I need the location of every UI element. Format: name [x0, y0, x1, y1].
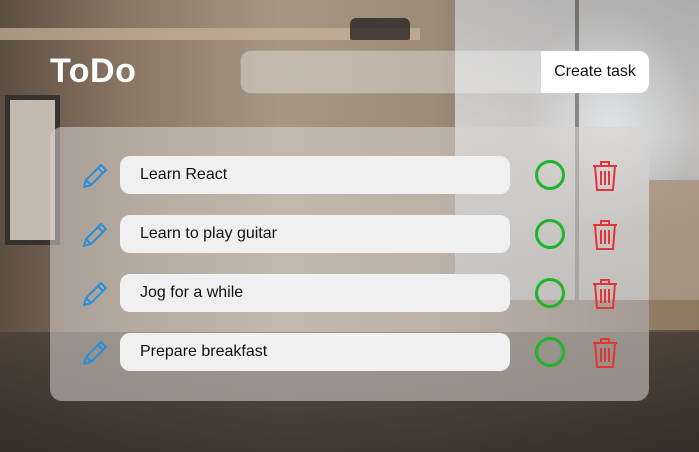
background-lamp [350, 18, 410, 40]
task-label: Learn React [120, 156, 510, 194]
complete-task-button[interactable] [535, 337, 565, 367]
new-task-input[interactable] [241, 51, 541, 93]
delete-task-button[interactable] [590, 277, 620, 311]
pencil-icon [83, 223, 107, 247]
edit-task-button[interactable] [79, 219, 111, 251]
trash-icon [593, 338, 617, 368]
pencil-icon [83, 164, 107, 188]
task-row: Jog for a while [50, 274, 649, 314]
task-row: Learn React [50, 156, 649, 196]
trash-icon [593, 279, 617, 309]
complete-task-button[interactable] [535, 278, 565, 308]
trash-icon [593, 220, 617, 250]
create-task-bar: Create task [241, 51, 649, 93]
create-task-button[interactable]: Create task [541, 51, 649, 93]
edit-task-button[interactable] [79, 160, 111, 192]
background-bookshelf [649, 180, 699, 330]
task-label: Learn to play guitar [120, 215, 510, 253]
edit-task-button[interactable] [79, 337, 111, 369]
trash-icon [593, 161, 617, 191]
task-list-panel: Learn React Learn to play guitar Jog for… [50, 127, 649, 401]
app-title: ToDo [50, 52, 137, 90]
task-label: Jog for a while [120, 274, 510, 312]
task-row: Learn to play guitar [50, 215, 649, 255]
pencil-icon [83, 341, 107, 365]
complete-task-button[interactable] [535, 160, 565, 190]
task-label: Prepare breakfast [120, 333, 510, 371]
pencil-icon [83, 282, 107, 306]
delete-task-button[interactable] [590, 218, 620, 252]
delete-task-button[interactable] [590, 159, 620, 193]
complete-task-button[interactable] [535, 219, 565, 249]
edit-task-button[interactable] [79, 278, 111, 310]
delete-task-button[interactable] [590, 336, 620, 370]
task-row: Prepare breakfast [50, 333, 649, 373]
